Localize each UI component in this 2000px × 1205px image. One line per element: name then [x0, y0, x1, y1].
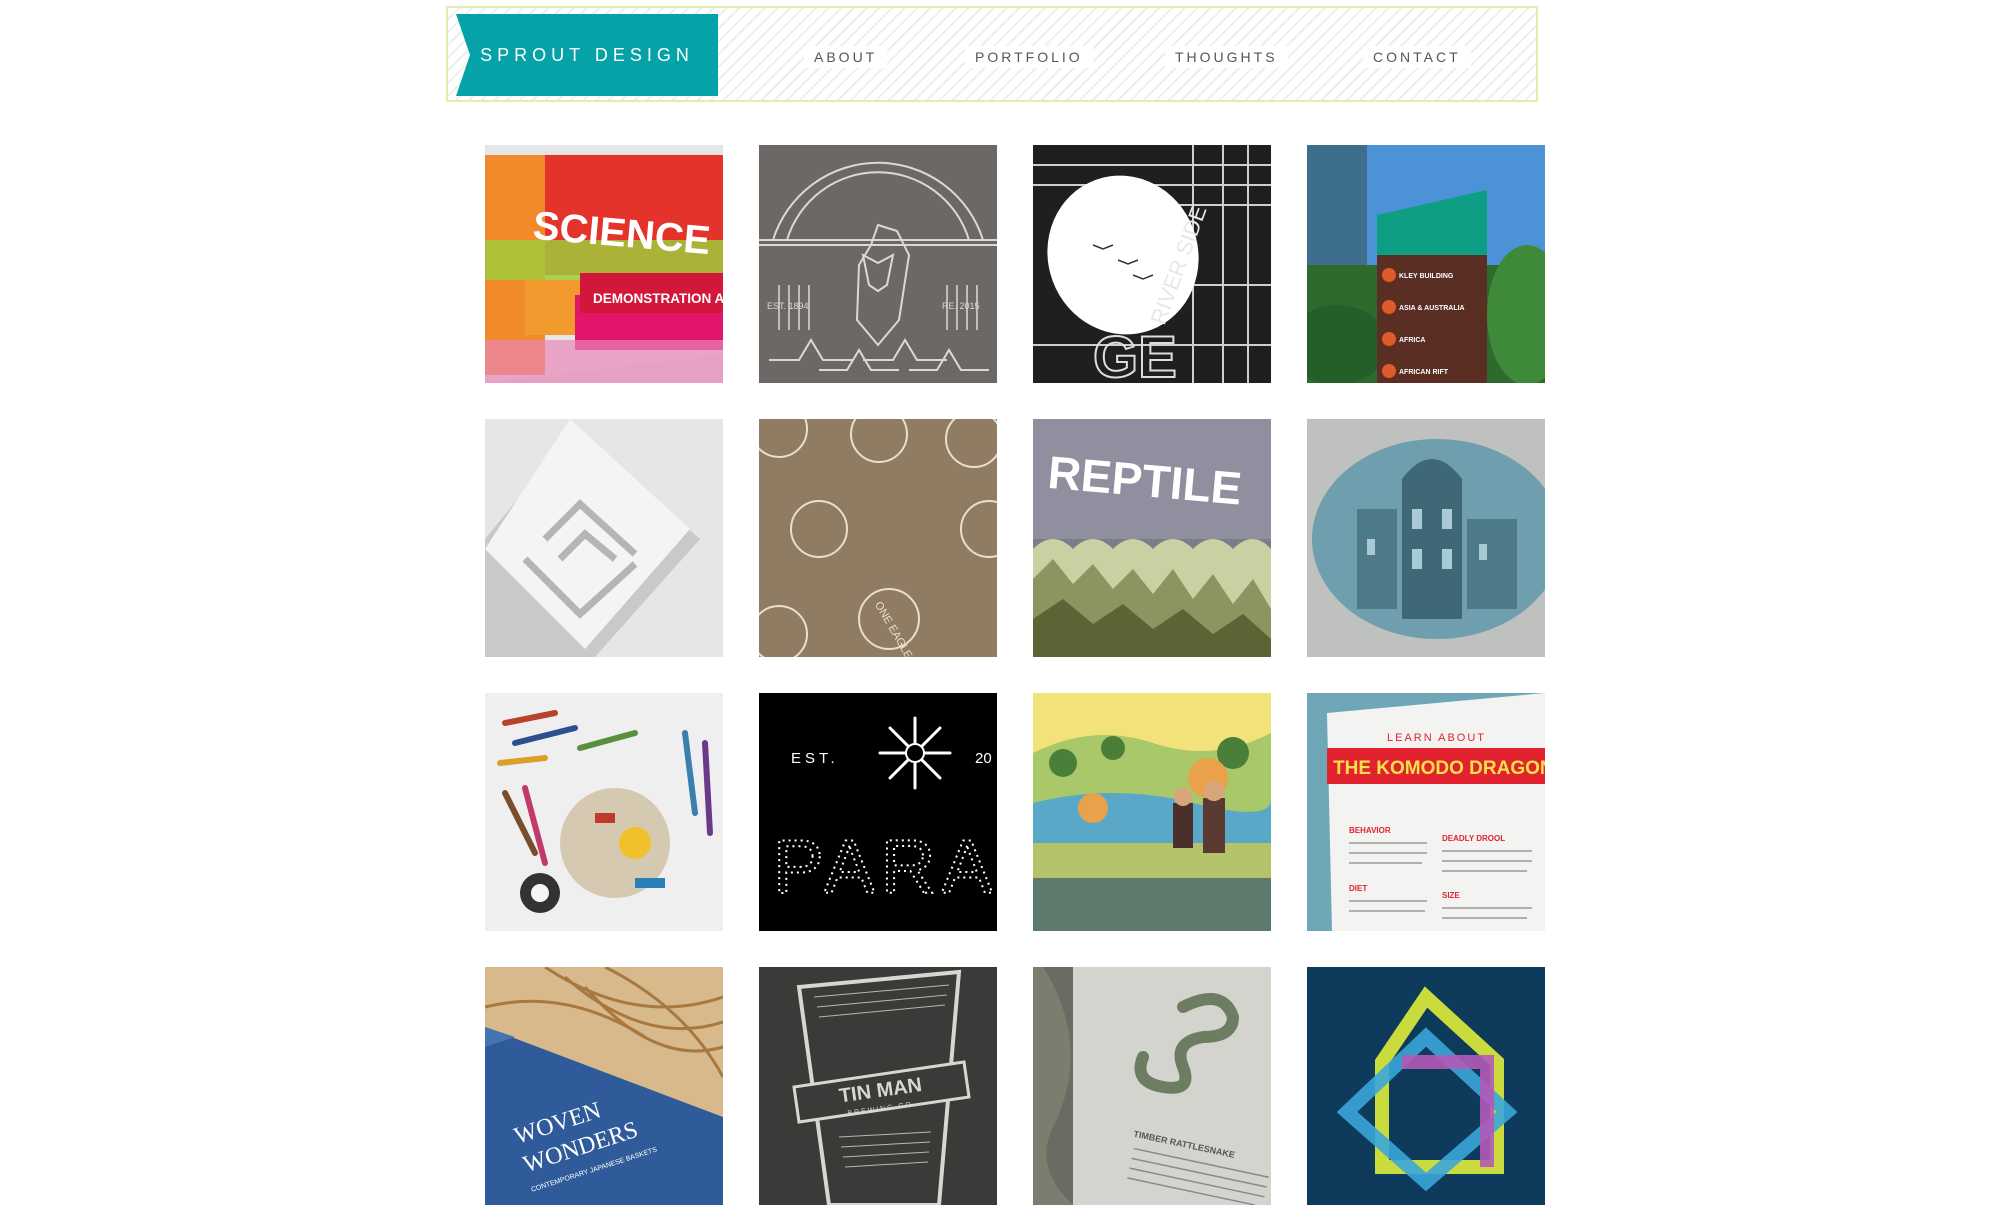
science-subtitle-text: DEMONSTRATION AREA [593, 291, 723, 306]
komodo-heading-2: DEADLY DROOL [1442, 834, 1505, 843]
wayfinding-line2: ASIA & AUSTRALIA [1399, 305, 1465, 312]
tile-wayfinding[interactable]: KLEY BUILDING ASIA & AUSTRALIA AFRICA AF… [1307, 145, 1545, 383]
timber-rattlesnake-panel-image: TIMBER RATTLESNAKE [1033, 967, 1271, 1205]
tile-tinman[interactable]: TIN MAN BREWING CO. [759, 967, 997, 1205]
portfolio-grid: SCIENCE DEMONSTRATION AREA [0, 0, 2000, 1205]
tile-reptile[interactable]: REPTILE [1033, 419, 1271, 657]
tile-komodo[interactable]: LEARN ABOUT THE KOMODO DRAGON BEHAVIOR D… [1307, 693, 1545, 931]
komodo-title-text: THE KOMODO DRAGON [1333, 758, 1545, 779]
tile-geo[interactable] [1307, 967, 1545, 1205]
typography-letters: GE [1093, 325, 1177, 383]
komodo-heading-3: DIET [1349, 884, 1367, 893]
eagle-re-text: RE. 2015 [942, 301, 980, 311]
tile-eagle[interactable]: EST. 1894 RE. 2015 [759, 145, 997, 383]
wayfinding-line4: AFRICAN RIFT [1399, 369, 1449, 376]
building-print-image [1307, 419, 1545, 657]
zoo-wayfinding-sign-image: KLEY BUILDING ASIA & AUSTRALIA AFRICA AF… [1307, 145, 1545, 383]
tile-woven[interactable]: WOVEN WONDERS CONTEMPORARY JAPANESE BASK… [485, 967, 723, 1205]
para-brand-image: EST. 20 PARA [759, 693, 997, 931]
komodo-heading-4: SIZE [1442, 891, 1460, 900]
wayfinding-line1: KLEY BUILDING [1399, 273, 1454, 280]
tile-building[interactable] [1307, 419, 1545, 657]
tin-man-brewing-image: TIN MAN BREWING CO. [759, 967, 997, 1205]
tile-mural[interactable] [1033, 693, 1271, 931]
para-word-text: PARA [773, 825, 997, 910]
kraft-stamps-image: ONE EAGLE [759, 419, 997, 657]
para-year-text: 20 [975, 750, 992, 767]
science-sign-image: SCIENCE DEMONSTRATION AREA [485, 145, 723, 383]
komodo-panel-image: LEARN ABOUT THE KOMODO DRAGON BEHAVIOR D… [1307, 693, 1545, 931]
art-tools-image [485, 693, 723, 931]
komodo-kicker-text: LEARN ABOUT [1387, 732, 1486, 744]
tile-science[interactable]: SCIENCE DEMONSTRATION AREA [485, 145, 723, 383]
tile-tools[interactable] [485, 693, 723, 931]
geometric-house-logo-image [1307, 967, 1545, 1205]
tile-para[interactable]: EST. 20 PARA [759, 693, 997, 931]
wayfinding-line3: AFRICA [1399, 337, 1425, 344]
mural-illustration-image [1033, 693, 1271, 931]
tile-snake[interactable]: TIMBER RATTLESNAKE [1033, 967, 1271, 1205]
tile-sign3d[interactable] [485, 419, 723, 657]
reptile-exhibit-image: REPTILE [1033, 419, 1271, 657]
para-est-text: EST. [791, 750, 839, 767]
tile-stamps[interactable]: ONE EAGLE [759, 419, 997, 657]
tile-typography[interactable]: RIVER SIDE GE [1033, 145, 1271, 383]
eagle-emblem-image: EST. 1894 RE. 2015 [759, 145, 997, 383]
dimensional-logo-image [485, 419, 723, 657]
typography-wall-image: RIVER SIDE GE [1033, 145, 1271, 383]
eagle-est-text: EST. 1894 [767, 301, 809, 311]
woven-wonders-catalog-image: WOVEN WONDERS CONTEMPORARY JAPANESE BASK… [485, 967, 723, 1205]
komodo-heading-1: BEHAVIOR [1349, 826, 1391, 835]
